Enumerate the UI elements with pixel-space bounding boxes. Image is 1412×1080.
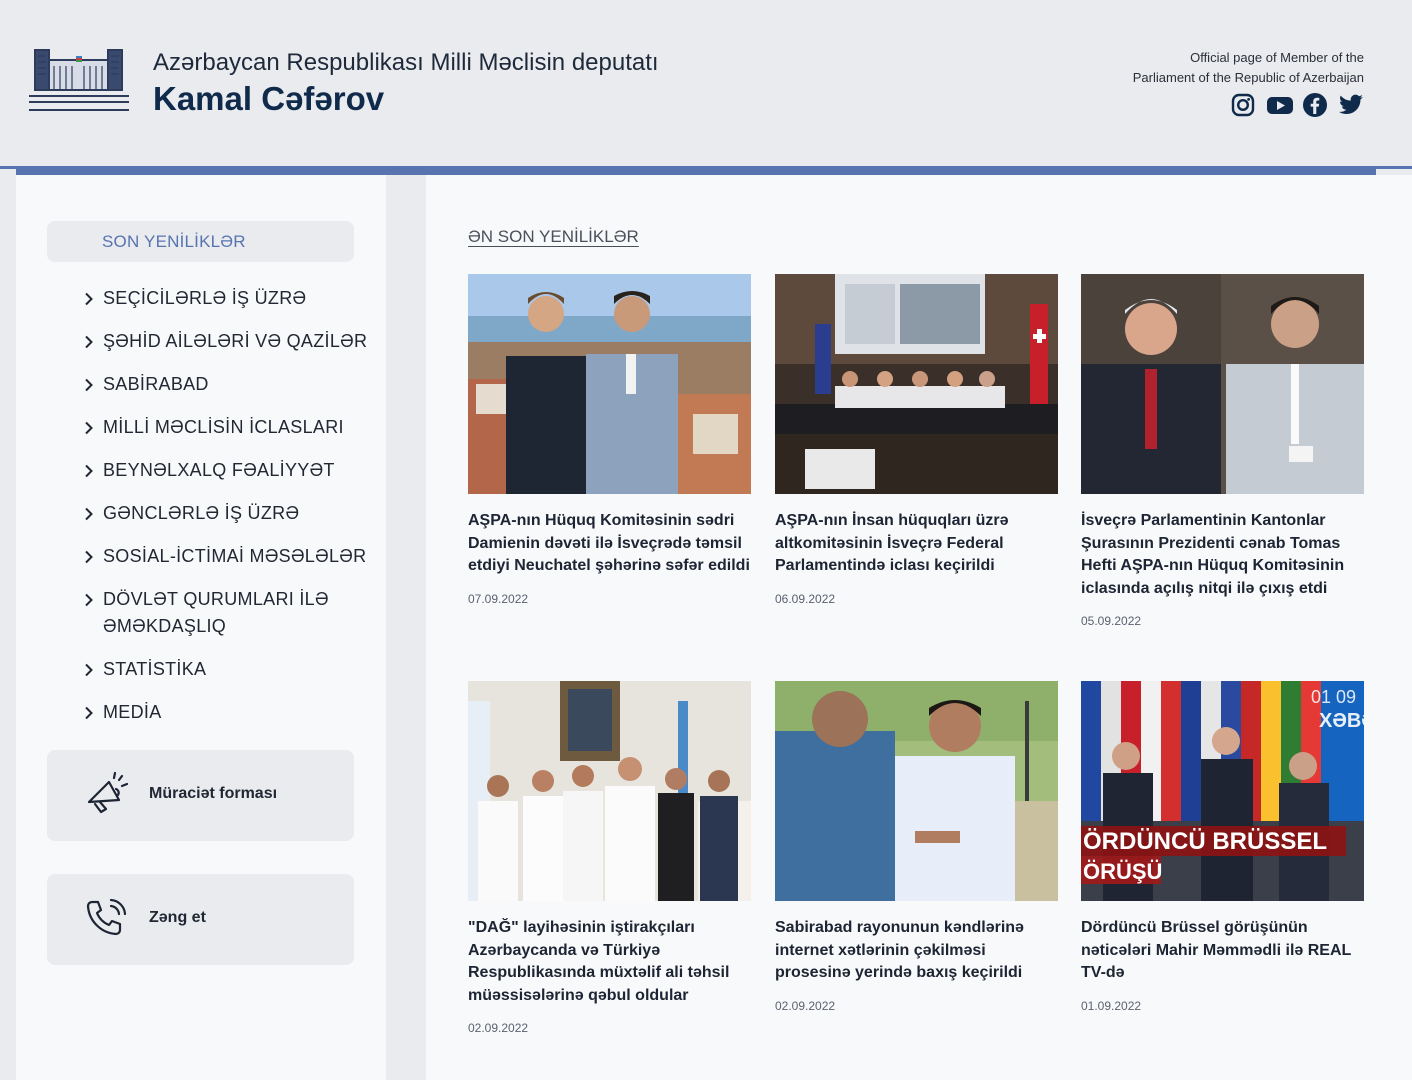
news-title[interactable]: İsveçrə Parlamentinin Kantonlar Şurasını…	[1081, 510, 1364, 600]
sidebar-item-label: STATİSTİKA	[103, 659, 207, 679]
social-links	[1230, 92, 1364, 118]
news-title[interactable]: AŞPA-nın İnsan hüquqları üzrə altkomitəs…	[775, 510, 1058, 578]
sidebar-item-label: BEYNƏLXALQ FƏALİYYƏT	[103, 460, 335, 480]
header-subtitle: Azərbaycan Respublikası Milli Məclisin d…	[153, 49, 659, 76]
news-date: 06.09.2022	[775, 591, 836, 606]
sidebar-item-sosial[interactable]: SOSİAL-İCTİMAİ MƏSƏLƏLƏR	[82, 543, 372, 570]
sidebar-item-genclerle[interactable]: GƏNCLƏRLƏ İŞ ÜZRƏ	[82, 500, 372, 527]
news-title[interactable]: "DAĞ" layihəsinin iştirakçıları Azərbayc…	[468, 917, 751, 1007]
news-card[interactable]: ÖRDÜNCÜ BRÜSSEL ÖRÜŞÜ 01 09 XƏBƏ Dördünc…	[1081, 681, 1364, 1013]
chevron-right-icon	[85, 706, 93, 720]
sidebar-menu: SEÇİCİLƏRLƏ İŞ ÜZRƏ ŞƏHİD AİLƏLƏRİ VƏ QA…	[82, 285, 372, 742]
application-form-card[interactable]: Müraciət forması	[47, 750, 354, 841]
chevron-right-icon	[85, 464, 93, 478]
tv-time: 01 09	[1311, 687, 1356, 707]
news-date: 05.09.2022	[1081, 614, 1142, 628]
sidebar-item-media[interactable]: MEDİA	[82, 699, 372, 726]
chevron-right-icon	[85, 663, 93, 677]
column-gap	[386, 175, 426, 1080]
news-image[interactable]: ÖRDÜNCÜ BRÜSSEL ÖRÜŞÜ 01 09 XƏBƏ	[1081, 681, 1364, 901]
parliament-logo[interactable]	[28, 44, 130, 114]
news-image[interactable]	[775, 681, 1058, 901]
news-card[interactable]: Sabirabad rayonunun kəndlərinə internet …	[775, 681, 1058, 1013]
sidebar-item-label: DÖVLƏT QURUMLARI İLƏ ƏMƏKDAŞLIQ	[103, 589, 329, 636]
tv-banner-line-1: ÖRDÜNCÜ BRÜSSEL	[1083, 828, 1327, 855]
youtube-icon[interactable]	[1266, 92, 1293, 118]
chevron-right-icon	[85, 292, 93, 306]
sidebar-item-milli-meclis[interactable]: MİLLİ MƏCLİSİN İCLASLARI	[82, 414, 372, 441]
section-title[interactable]: ƏN SON YENİLİKLƏR	[468, 227, 639, 247]
chevron-right-icon	[85, 421, 93, 435]
sidebar-item-sehid-aileleri[interactable]: ŞƏHİD AİLƏLƏRİ VƏ QAZİLƏR	[82, 328, 372, 355]
sidebar-item-dovlet-qurumlari[interactable]: DÖVLƏT QURUMLARI İLƏ ƏMƏKDAŞLIQ	[82, 586, 372, 640]
news-date: 01.09.2022	[1081, 998, 1142, 1013]
chevron-right-icon	[85, 378, 93, 392]
application-form-label: Müraciət forması	[149, 785, 278, 802]
news-card[interactable]: İsveçrə Parlamentinin Kantonlar Şurasını…	[1081, 274, 1364, 628]
sidebar-item-label: MEDİA	[103, 702, 162, 722]
facebook-icon[interactable]	[1302, 92, 1328, 118]
sidebar-item-label: MİLLİ MƏCLİSİN İCLASLARI	[103, 417, 344, 437]
official-line-1: Official page of Member of the	[1190, 50, 1364, 65]
news-image[interactable]	[468, 274, 751, 494]
news-card[interactable]: "DAĞ" layihəsinin iştirakçıları Azərbayc…	[468, 681, 751, 1035]
site-header: Azərbaycan Respublikası Milli Məclisin d…	[0, 0, 1412, 168]
sidebar-item-label: SOSİAL-İCTİMAİ MƏSƏLƏLƏR	[103, 546, 367, 566]
phone-icon	[86, 898, 127, 936]
news-title[interactable]: Sabirabad rayonunun kəndlərinə internet …	[775, 917, 1058, 985]
news-title[interactable]: AŞPA-nın Hüquq Komitəsinin sədri Damieni…	[468, 510, 751, 578]
sidebar-item-label: ŞƏHİD AİLƏLƏRİ VƏ QAZİLƏR	[103, 331, 368, 351]
news-date: 02.09.2022	[775, 998, 836, 1013]
news-title[interactable]: Dördüncü Brüssel görüşünün nəticələri Ma…	[1081, 917, 1364, 985]
news-date: 02.09.2022	[468, 1021, 529, 1035]
tv-channel-logo: XƏBƏ	[1319, 710, 1364, 732]
tv-banner-line-2: ÖRÜŞÜ	[1083, 859, 1162, 884]
sidebar-active-label: SON YENİLİKLƏR	[102, 232, 246, 251]
sidebar-item-label: SEÇİCİLƏRLƏ İŞ ÜZRƏ	[103, 288, 307, 308]
news-date: 07.09.2022	[468, 591, 529, 606]
official-line-2: Parliament of the Republic of Azerbaijan	[1132, 70, 1364, 85]
news-image[interactable]	[1081, 274, 1364, 494]
sidebar-item-statistika[interactable]: STATİSTİKA	[82, 656, 372, 683]
twitter-icon[interactable]	[1338, 92, 1364, 118]
sidebar-item-sabirabad[interactable]: SABİRABAD	[82, 371, 372, 398]
sidebar: SON YENİLİKLƏR SEÇİCİLƏRLƏ İŞ ÜZRƏ ŞƏHİD…	[16, 175, 386, 1080]
news-card[interactable]: AŞPA-nın İnsan hüquqları üzrə altkomitəs…	[775, 274, 1058, 606]
sidebar-item-label: SABİRABAD	[103, 374, 209, 394]
main-content: ƏN SON YENİLİKLƏR AŞPA-nın Hüquq Komitəs…	[426, 175, 1412, 1080]
megaphone-icon	[87, 772, 129, 814]
chevron-right-icon	[85, 550, 93, 564]
sidebar-item-beynelxalq[interactable]: BEYNƏLXALQ FƏALİYYƏT	[82, 457, 372, 484]
news-card[interactable]: AŞPA-nın Hüquq Komitəsinin sədri Damieni…	[468, 274, 751, 606]
call-label: Zəng et	[149, 909, 206, 926]
deputy-name[interactable]: Kamal Cəfərov	[153, 80, 384, 118]
instagram-icon[interactable]	[1230, 92, 1256, 118]
chevron-right-icon	[85, 507, 93, 521]
call-card[interactable]: Zəng et	[47, 874, 354, 965]
sidebar-item-label: GƏNCLƏRLƏ İŞ ÜZRƏ	[103, 503, 300, 523]
chevron-right-icon	[85, 335, 93, 349]
sidebar-item-secicilerle[interactable]: SEÇİCİLƏRLƏ İŞ ÜZRƏ	[82, 285, 372, 312]
news-image[interactable]	[775, 274, 1058, 494]
official-note: Official page of Member of the Parliamen…	[1004, 48, 1364, 88]
chevron-right-icon	[85, 593, 93, 607]
news-image[interactable]	[468, 681, 751, 901]
sidebar-item-son-yenilikler[interactable]: SON YENİLİKLƏR	[47, 221, 354, 262]
